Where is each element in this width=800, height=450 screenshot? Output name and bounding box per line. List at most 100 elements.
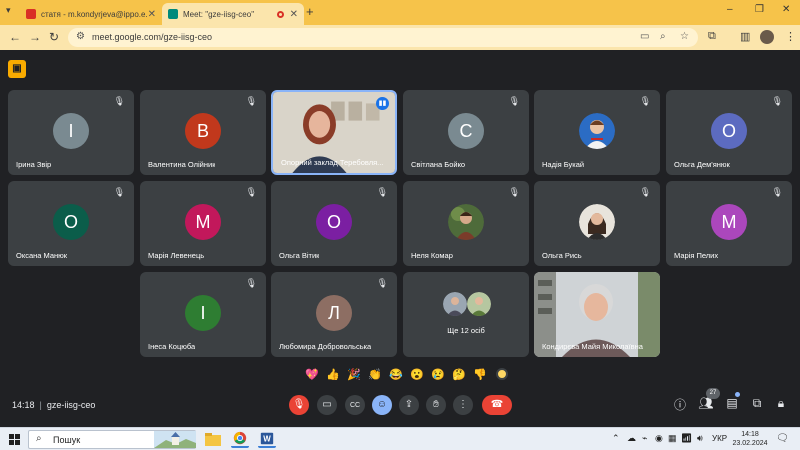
chat-icon: ▤ <box>726 396 738 410</box>
meeting-info-badge-icon[interactable]: ▣ <box>8 60 26 78</box>
participant-tile[interactable]: 🎙︎ С Світлана Бойко <box>403 90 529 175</box>
captions-button[interactable]: CC <box>345 395 365 415</box>
tab-email[interactable]: статя - m.kondyrjeva@ippo.e... ✕ <box>20 3 162 25</box>
back-button[interactable]: ← <box>9 30 21 44</box>
participant-tile[interactable]: 🎙︎ І Інеса Коцюба <box>140 272 266 357</box>
chat-button[interactable]: ▤ <box>724 396 740 410</box>
reaction-thumbs-down[interactable]: 👎 <box>470 368 490 381</box>
closed-captions-icon: CC <box>349 402 361 409</box>
notifications-icon[interactable]: 🗨︎ <box>776 433 789 444</box>
reaction-sad[interactable]: 😢 <box>428 368 448 381</box>
close-window-button[interactable]: ✕ <box>782 4 790 15</box>
avatar: О <box>711 113 747 149</box>
avatar: С <box>448 113 484 149</box>
participant-name: Ольга Вітик <box>279 251 320 260</box>
participant-tile[interactable]: 🎙︎ М Марія Левенець <box>140 181 266 266</box>
more-options-button[interactable]: ⋮ <box>453 395 473 415</box>
chat-notification-dot <box>735 392 740 397</box>
leave-call-button[interactable]: ☎ <box>482 395 512 415</box>
reaction-surprised[interactable]: 😮 <box>407 368 427 381</box>
bookmark-star-icon[interactable]: ☆ <box>680 31 689 42</box>
wifi-icon[interactable]: 📶︎ <box>681 433 692 444</box>
participant-tile[interactable]: 🎙︎ Л Любомира Добровольська <box>271 272 397 357</box>
participant-tile[interactable]: 🎙︎ О Оксана Манюк <box>8 181 134 266</box>
meeting-time: 14:18 <box>12 400 35 410</box>
camera-tray-icon[interactable]: ◉ <box>655 433 663 444</box>
windows-taskbar: ⌕ Пошук W ⌃ ☁ ⌁ ◉ ▦ 📶︎ 🔊︎ УКР 14:18 23.0… <box>0 427 800 450</box>
participant-tile[interactable]: 🎙︎ І Ірина Звір <box>8 90 134 175</box>
present-screen-button[interactable]: ⇪ <box>399 395 419 415</box>
reaction-heart[interactable]: 💖 <box>302 368 322 381</box>
extensions-icon[interactable]: ⧉ <box>708 30 716 43</box>
search-placeholder: Пошук <box>53 435 81 445</box>
browser-toolbar: ← → ↻ ⚙ meet.google.com/gze-iisg-ceo ▭ ⌕… <box>0 25 800 50</box>
participant-tile[interactable]: 🎙︎ В Валентина Олійник <box>140 90 266 175</box>
forward-button[interactable]: → <box>29 30 41 44</box>
search-icon: ⌕ <box>36 433 42 444</box>
cloud-icon[interactable]: ☁ <box>627 433 636 444</box>
meeting-info-button[interactable]: ⓘ <box>672 396 688 413</box>
activities-button[interactable]: ⧉ <box>749 396 765 411</box>
network-icon[interactable]: ▦ <box>668 433 677 444</box>
reaction-thumbs-up[interactable]: 👍 <box>323 368 343 381</box>
tab-meet[interactable]: Meet: "gze-iisg-ceo" ✕ <box>162 3 304 25</box>
mic-off-icon: 🎙︎ <box>376 278 388 288</box>
menu-dots-icon[interactable]: ⋮ <box>785 30 796 43</box>
participant-tile[interactable]: Кондирєва Майя Миколаївна <box>534 272 660 357</box>
side-panel-icon[interactable]: ▥ <box>740 30 750 43</box>
address-bar[interactable]: ⚙ meet.google.com/gze-iisg-ceo ▭ ⌕ ☆ <box>68 28 698 47</box>
maximize-button[interactable]: ❐ <box>755 4 764 15</box>
activities-icon: ⧉ <box>752 396 762 410</box>
mic-toggle-button[interactable]: 🎙︎ <box>289 395 309 415</box>
minimize-button[interactable]: – <box>727 4 733 15</box>
participant-tile[interactable]: 🎙︎ Ольга Рись <box>534 181 660 266</box>
reaction-laugh[interactable]: 😂 <box>386 368 406 381</box>
url-text: meet.google.com/gze-iisg-ceo <box>92 32 213 42</box>
language-indicator[interactable]: УКР <box>712 434 727 443</box>
tray-chevron-icon[interactable]: ⌃ <box>612 433 620 444</box>
new-tab-button[interactable]: + <box>306 4 314 19</box>
avatar: О <box>316 204 352 240</box>
close-tab-icon[interactable]: ✕ <box>148 9 156 20</box>
profile-avatar[interactable] <box>760 30 774 44</box>
tab-search-icon[interactable]: ▾ <box>6 5 11 16</box>
raise-hand-button[interactable]: ✋︎ <box>426 395 446 415</box>
host-controls-button[interactable]: 🔒︎ <box>773 396 789 411</box>
participant-tile[interactable]: 🎙︎ О Ольга Дем'янюк <box>666 90 792 175</box>
meet-icon <box>168 9 178 19</box>
profile-photo <box>443 292 467 316</box>
close-tab-icon[interactable]: ✕ <box>290 9 298 20</box>
participant-name: Світлана Бойко <box>411 160 466 169</box>
participant-tile[interactable]: 🎙︎ М Марія Пелих <box>666 181 792 266</box>
site-info-icon[interactable]: ⚙ <box>76 31 85 42</box>
reaction-clap[interactable]: 👏 <box>365 368 385 381</box>
onedrive-icon[interactable]: ⌁ <box>642 433 647 444</box>
word-icon[interactable]: W <box>258 431 276 448</box>
emoji-icon: ☺ <box>376 399 388 410</box>
zoom-icon[interactable]: ⌕ <box>660 31 666 42</box>
system-clock[interactable]: 14:18 23.02.2024 <box>730 430 770 448</box>
windows-start-icon[interactable] <box>9 434 20 445</box>
file-explorer-icon[interactable] <box>204 431 222 448</box>
mic-off-icon: 🎙︎ <box>245 96 257 106</box>
camera-icon[interactable]: ▭ <box>640 31 649 42</box>
more-participants-tile[interactable]: Ще 12 осіб <box>403 272 529 357</box>
participant-name: Неля Комар <box>411 251 453 260</box>
participant-name: Ольга Дем'янюк <box>674 160 730 169</box>
reaction-party[interactable]: 🎉 <box>344 368 364 381</box>
search-highlight-image <box>154 431 196 448</box>
taskbar-search[interactable]: ⌕ Пошук <box>28 430 196 449</box>
reload-button[interactable]: ↻ <box>49 30 59 44</box>
reaction-thinking[interactable]: 🤔 <box>449 368 469 381</box>
mic-off-icon: 🎙︎ <box>508 96 520 106</box>
volume-icon[interactable]: 🔊︎ <box>697 433 703 444</box>
participant-tile[interactable]: 🎙︎ О Ольга Вітик <box>271 181 397 266</box>
chrome-icon[interactable] <box>231 431 249 448</box>
participant-tile-speaking[interactable]: ▮▮ Опорний заклад Теребовля... <box>271 90 397 175</box>
skin-tone-picker[interactable] <box>496 368 508 380</box>
participant-tile[interactable]: 🎙︎ Надія Букай <box>534 90 660 175</box>
reactions-button[interactable]: ☺ <box>372 395 392 415</box>
camera-toggle-button[interactable]: ▭ <box>317 395 337 415</box>
participant-tile[interactable]: 🎙︎ Неля Комар <box>403 181 529 266</box>
participant-name: Кондирєва Майя Миколаївна <box>542 342 643 351</box>
